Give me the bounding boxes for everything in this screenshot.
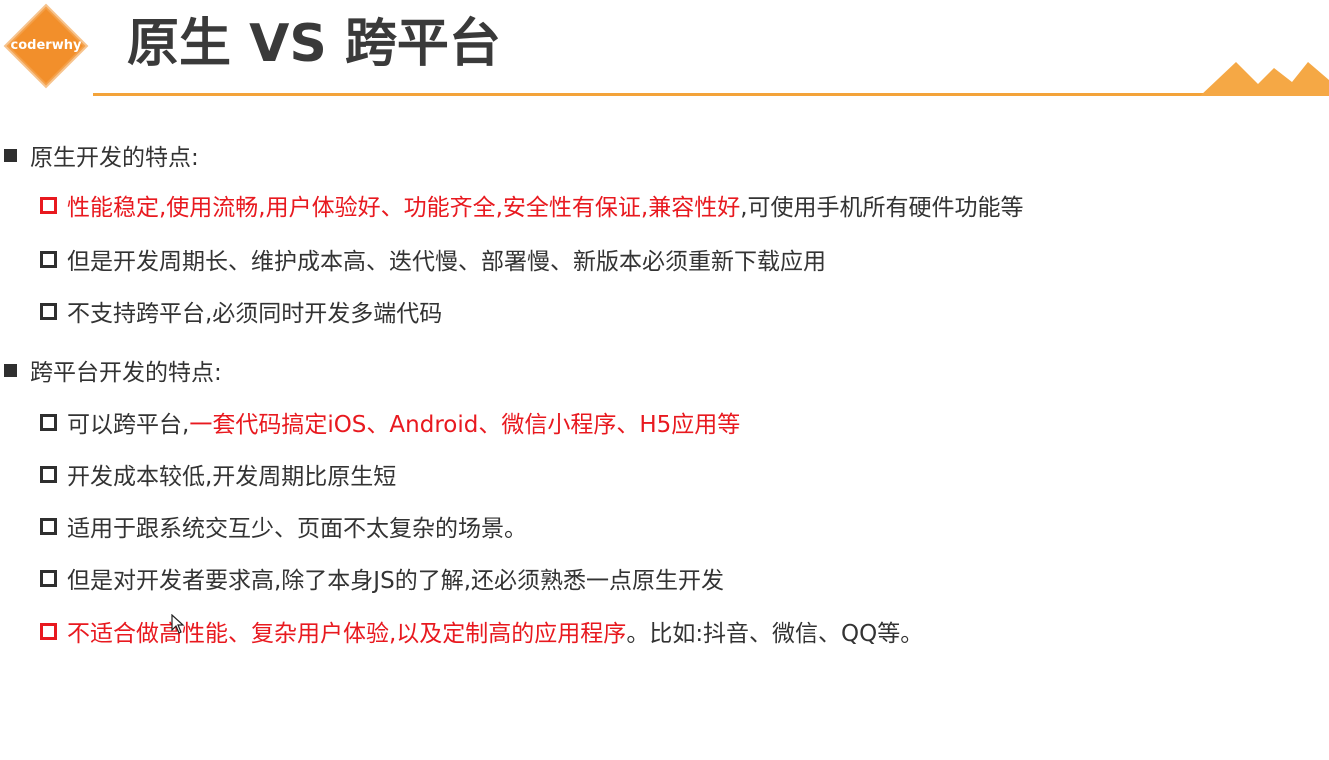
item-text: ,可使用手机所有硬件功能等 — [740, 195, 1024, 221]
item-text: 适用于跟系统交互少、页面不太复杂的场景。 — [67, 516, 527, 542]
checkbox-bullet-icon — [40, 250, 57, 268]
item-text: 不支持跨平台,必须同时开发多端代码 — [67, 301, 443, 327]
section-heading: 原生开发的特点: — [30, 145, 199, 171]
mouse-pointer-icon — [171, 614, 185, 634]
item-text: 开发成本较低,开发周期比原生短 — [67, 464, 397, 490]
list-item: 可以跨平台,一套代码搞定iOS、Android、微信小程序、H5应用等 — [40, 406, 740, 438]
list-item: 不支持跨平台,必须同时开发多端代码 — [40, 295, 442, 327]
checkbox-bullet-icon — [40, 465, 57, 483]
list-item: 性能稳定,使用流畅,用户体验好、功能齐全,安全性有保证,兼容性好,可使用手机所有… — [40, 189, 1024, 221]
checkbox-bullet-icon — [40, 413, 57, 431]
checkbox-bullet-icon — [40, 196, 57, 214]
item-text: 。比如:抖音、微信、QQ等。 — [626, 621, 924, 647]
item-text: 但是对开发者要求高,除了本身JS的了解,还必须熟悉一点原生开发 — [67, 568, 725, 594]
logo-text: coderwhy — [10, 38, 82, 53]
list-item: 但是开发周期长、维护成本高、迭代慢、部署慢、新版本必须重新下载应用 — [40, 243, 826, 275]
highlight-text: 不适合做高性能、复杂用户体验,以及定制高的应用程序 — [67, 621, 627, 647]
item-text: 可以跨平台, — [67, 412, 190, 438]
square-bullet-icon — [4, 363, 17, 377]
list-item: 开发成本较低,开发周期比原生短 — [40, 458, 396, 490]
item-text: 但是开发周期长、维护成本高、迭代慢、部署慢、新版本必须重新下载应用 — [67, 249, 826, 275]
list-item: 适用于跟系统交互少、页面不太复杂的场景。 — [40, 510, 527, 542]
section-heading: 跨平台开发的特点: — [30, 360, 222, 386]
checkbox-bullet-icon — [40, 517, 57, 535]
checkbox-bullet-icon — [40, 569, 57, 587]
title-underline — [93, 93, 1329, 96]
mountains-decoration-icon — [1200, 58, 1329, 96]
checkbox-bullet-icon — [40, 302, 57, 320]
section-cross-platform: 跨平台开发的特点: — [4, 355, 222, 386]
square-bullet-icon — [4, 148, 17, 162]
highlight-text: 一套代码搞定iOS、Android、微信小程序、H5应用等 — [189, 412, 741, 438]
coderwhy-logo: coderwhy — [3, 3, 89, 89]
page-title: 原生 VS 跨平台 — [127, 14, 501, 74]
section-native: 原生开发的特点: — [4, 140, 199, 171]
list-item: 但是对开发者要求高,除了本身JS的了解,还必须熟悉一点原生开发 — [40, 562, 724, 594]
checkbox-bullet-icon — [40, 622, 57, 640]
highlight-text: 性能稳定,使用流畅,用户体验好、功能齐全,安全性有保证,兼容性好 — [67, 195, 741, 221]
